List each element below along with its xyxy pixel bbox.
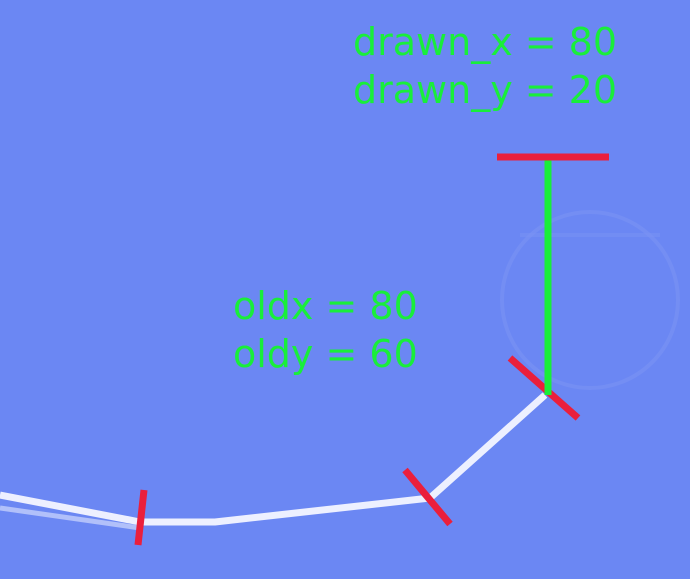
- drawn-y-label: drawn_y = 20: [353, 68, 618, 112]
- white-path: [0, 392, 548, 526]
- joint-marker-1: [134, 489, 148, 546]
- faint-circle: [500, 210, 680, 390]
- canvas: drawn_x = 80 drawn_y = 20 oldx = 80 oldy…: [0, 0, 690, 579]
- joint-marker-3: [507, 355, 581, 421]
- drawn-x-label: drawn_x = 80: [353, 20, 618, 64]
- old-y-label: oldy = 60: [233, 332, 418, 376]
- old-x-label: oldx = 80: [233, 284, 418, 328]
